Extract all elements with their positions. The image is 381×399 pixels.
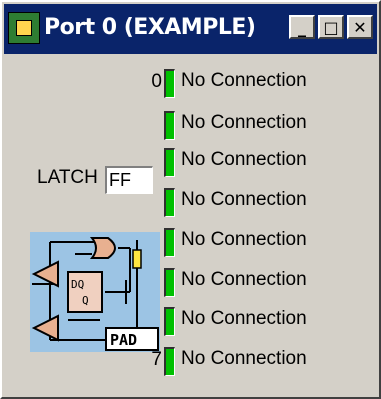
pin-led-icon	[164, 347, 175, 376]
pin-led-icon	[164, 188, 175, 217]
pin-connection-status: No Connection	[181, 70, 307, 91]
pin-row[interactable]: No Connection	[8, 264, 376, 300]
pin-connection-status: No Connection	[181, 189, 307, 210]
chip-app-icon[interactable]	[8, 12, 40, 44]
chip-glyph	[16, 20, 32, 36]
pin-led-icon	[164, 307, 175, 336]
pin-led-icon	[164, 228, 175, 257]
pin-connection-status: No Connection	[181, 229, 307, 250]
pin-row[interactable]: 0 No Connection	[8, 65, 376, 101]
pin-connection-status: No Connection	[181, 348, 307, 369]
window-title: Port 0 (EXAMPLE)	[44, 15, 256, 40]
pin-led-icon	[164, 111, 175, 140]
port-window: Port 0 (EXAMPLE) _ □ ✕ LATCH FF DQ Q PAD…	[0, 0, 381, 399]
pin-led-icon	[164, 148, 175, 177]
minimize-button[interactable]: _	[289, 15, 315, 39]
pin-led-icon	[164, 268, 175, 297]
bit-index-label: 0	[151, 71, 162, 92]
title-bar[interactable]: Port 0 (EXAMPLE) _ □ ✕	[4, 4, 377, 54]
maximize-button[interactable]: □	[318, 15, 344, 39]
port-panel: LATCH DQ Q	[8, 60, 376, 393]
pin-connection-status: No Connection	[181, 308, 307, 329]
pin-row[interactable]: No Connection	[8, 224, 376, 260]
pin-row[interactable]: 7 No Connection	[8, 343, 376, 379]
pin-connection-status: No Connection	[181, 149, 307, 170]
pin-row[interactable]: No Connection	[8, 184, 376, 220]
pin-connection-status: No Connection	[181, 269, 307, 290]
pin-row[interactable]: No Connection	[8, 144, 376, 180]
pin-row[interactable]: No Connection	[8, 303, 376, 339]
pin-led-icon	[164, 69, 175, 98]
bit-index-label: 7	[151, 349, 162, 370]
pin-row[interactable]: No Connection	[8, 107, 376, 143]
close-button[interactable]: ✕	[347, 15, 373, 39]
pin-connection-status: No Connection	[181, 112, 307, 133]
